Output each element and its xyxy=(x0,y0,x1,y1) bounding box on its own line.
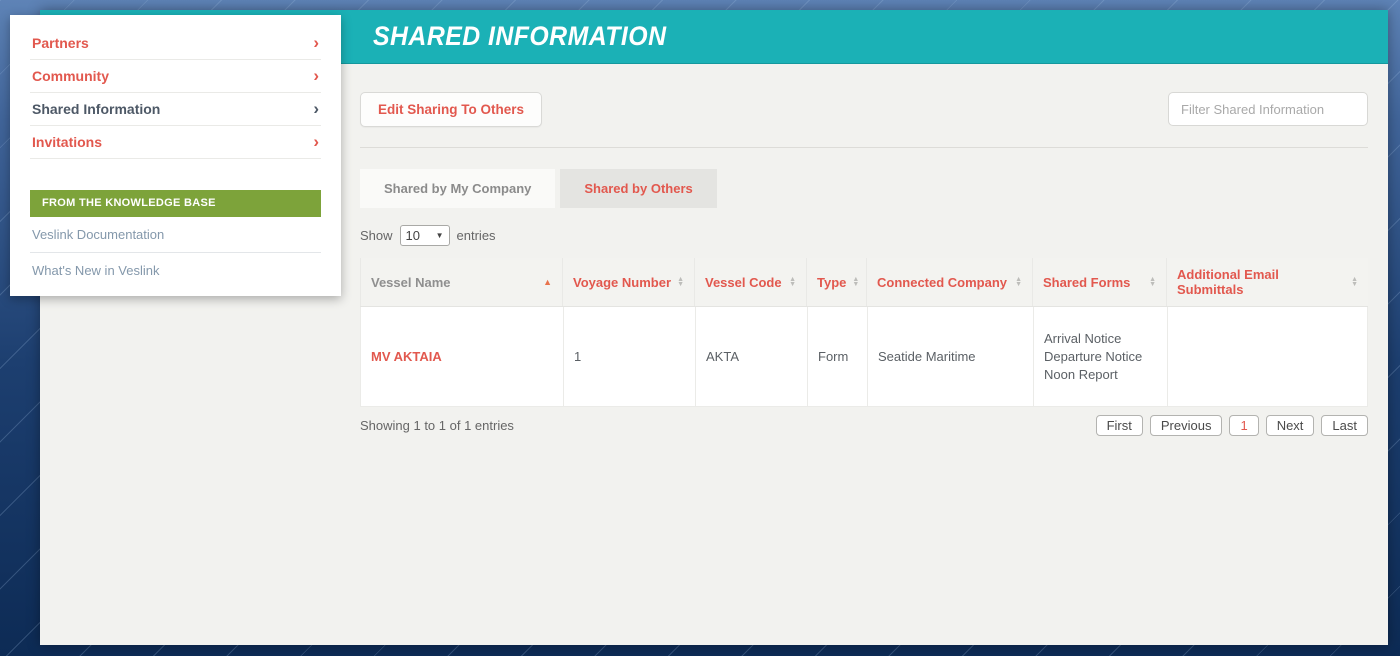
select-caret-icon: ▼ xyxy=(436,231,444,240)
sidebar-item-invitations[interactable]: Invitations › xyxy=(30,126,321,159)
entries-length-control: Show 10 ▼ entries xyxy=(360,225,1368,246)
sort-both-icon: ▲▼ xyxy=(852,277,859,287)
entries-info: Showing 1 to 1 of 1 entries xyxy=(360,418,514,433)
entries-select-value: 10 xyxy=(406,228,420,243)
table-row: MV AKTAIA 1 AKTA Form Seatide Maritime A… xyxy=(360,307,1368,407)
entries-select[interactable]: 10 ▼ xyxy=(400,225,450,246)
show-label: Show xyxy=(360,228,393,243)
column-label: Voyage Number xyxy=(573,275,671,290)
column-header-voyage-number[interactable]: Voyage Number ▲▼ xyxy=(563,258,695,306)
sidebar-item-label: Shared Information xyxy=(32,101,160,117)
column-header-connected-company[interactable]: Connected Company ▲▼ xyxy=(867,258,1033,306)
sort-both-icon: ▲▼ xyxy=(1351,277,1358,287)
sort-ascending-icon: ▲ xyxy=(543,277,552,287)
chevron-right-icon: › xyxy=(313,36,319,50)
tab-shared-by-others[interactable]: Shared by Others xyxy=(560,169,716,208)
entries-label: entries xyxy=(457,228,496,243)
chevron-right-icon: › xyxy=(313,102,319,116)
column-header-type[interactable]: Type ▲▼ xyxy=(807,258,867,306)
sidebar-link-veslink-documentation[interactable]: Veslink Documentation xyxy=(30,217,321,253)
filter-shared-information-input[interactable] xyxy=(1168,92,1368,126)
sidebar-item-label: Partners xyxy=(32,35,89,51)
edit-sharing-button[interactable]: Edit Sharing To Others xyxy=(360,92,542,127)
pagination-page-1-button[interactable]: 1 xyxy=(1229,415,1258,436)
sort-both-icon: ▲▼ xyxy=(789,277,796,287)
shared-form-item: Arrival Notice xyxy=(1044,330,1157,348)
cell-vessel-name[interactable]: MV AKTAIA xyxy=(361,307,564,406)
column-label: Vessel Name xyxy=(371,275,451,290)
main-content: Edit Sharing To Others Shared by My Comp… xyxy=(340,92,1388,436)
pagination: First Previous 1 Next Last xyxy=(1096,415,1368,436)
shared-form-item: Noon Report xyxy=(1044,366,1157,384)
sidebar-item-label: Community xyxy=(32,68,109,84)
cell-connected-company: Seatide Maritime xyxy=(868,307,1034,406)
cell-additional-email-submittals xyxy=(1168,307,1367,406)
pagination-first-button[interactable]: First xyxy=(1096,415,1143,436)
sort-both-icon: ▲▼ xyxy=(1149,277,1156,287)
column-header-additional-email-submittals[interactable]: Additional Email Submittals ▲▼ xyxy=(1167,258,1368,306)
sidebar: Partners › Community › Shared Informatio… xyxy=(10,15,341,296)
column-header-vessel-name[interactable]: Vessel Name ▲ xyxy=(360,258,563,306)
tabs: Shared by My Company Shared by Others xyxy=(360,169,1368,208)
page-title: SHARED INFORMATION xyxy=(373,21,666,52)
sidebar-item-partners[interactable]: Partners › xyxy=(30,27,321,60)
column-label: Shared Forms xyxy=(1043,275,1130,290)
pagination-next-button[interactable]: Next xyxy=(1266,415,1315,436)
table-header-row: Vessel Name ▲ Voyage Number ▲▼ Vessel Co… xyxy=(360,258,1368,307)
column-label: Connected Company xyxy=(877,275,1007,290)
pagination-previous-button[interactable]: Previous xyxy=(1150,415,1223,436)
column-label: Type xyxy=(817,275,846,290)
sidebar-link-whats-new[interactable]: What's New in Veslink xyxy=(30,253,321,288)
shared-information-table: Vessel Name ▲ Voyage Number ▲▼ Vessel Co… xyxy=(360,258,1368,407)
column-header-shared-forms[interactable]: Shared Forms ▲▼ xyxy=(1033,258,1167,306)
chevron-right-icon: › xyxy=(313,69,319,83)
table-footer: Showing 1 to 1 of 1 entries First Previo… xyxy=(360,415,1368,436)
column-label: Vessel Code xyxy=(705,275,782,290)
column-label: Additional Email Submittals xyxy=(1177,267,1345,297)
knowledge-base-header: FROM THE KNOWLEDGE BASE xyxy=(30,190,321,217)
cell-vessel-code: AKTA xyxy=(696,307,808,406)
toolbar-divider xyxy=(360,147,1368,148)
tab-shared-by-my-company[interactable]: Shared by My Company xyxy=(360,169,555,208)
sidebar-item-label: Invitations xyxy=(32,134,102,150)
sidebar-item-shared-information[interactable]: Shared Information › xyxy=(30,93,321,126)
shared-form-item: Departure Notice xyxy=(1044,348,1157,366)
sort-both-icon: ▲▼ xyxy=(1015,277,1022,287)
pagination-last-button[interactable]: Last xyxy=(1321,415,1368,436)
cell-shared-forms: Arrival Notice Departure Notice Noon Rep… xyxy=(1034,307,1168,406)
sidebar-item-community[interactable]: Community › xyxy=(30,60,321,93)
page-background: SHARED INFORMATION Edit Sharing To Other… xyxy=(0,0,1400,656)
cell-voyage-number: 1 xyxy=(564,307,696,406)
cell-type: Form xyxy=(808,307,868,406)
column-header-vessel-code[interactable]: Vessel Code ▲▼ xyxy=(695,258,807,306)
toolbar: Edit Sharing To Others xyxy=(360,92,1368,127)
chevron-right-icon: › xyxy=(313,135,319,149)
sort-both-icon: ▲▼ xyxy=(677,277,684,287)
